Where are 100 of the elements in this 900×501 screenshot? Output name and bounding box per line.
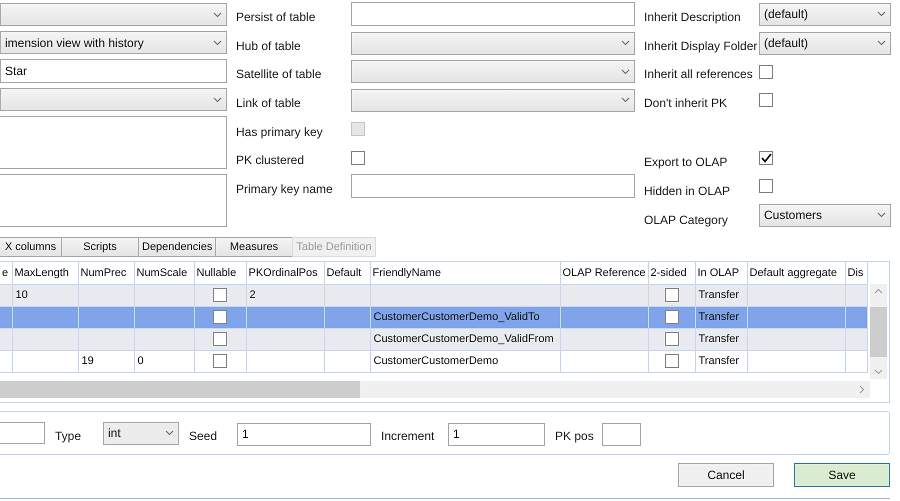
field-label: PK clustered bbox=[236, 153, 304, 168]
dropdown[interactable]: imension view with history bbox=[0, 31, 227, 54]
table-cell: 0 bbox=[138, 354, 144, 367]
field-label: Hidden in OLAP bbox=[644, 184, 730, 198]
scroll-right-icon[interactable] bbox=[859, 385, 865, 394]
checkbox[interactable] bbox=[759, 93, 773, 108]
column-header[interactable]: e bbox=[0, 262, 12, 284]
text-field[interactable] bbox=[351, 2, 635, 26]
field-label: Don't inherit PK bbox=[644, 96, 727, 110]
table-cell: Transfer bbox=[698, 354, 740, 367]
column-header[interactable]: OLAP Reference bbox=[560, 262, 648, 284]
text-field[interactable] bbox=[602, 422, 641, 446]
checkbox[interactable] bbox=[213, 332, 227, 346]
dropdown[interactable] bbox=[351, 60, 635, 84]
field-label: OLAP Category bbox=[644, 212, 728, 227]
table-cell: 10 bbox=[16, 288, 28, 301]
checkbox[interactable] bbox=[759, 179, 773, 194]
field-label: Inherit all references bbox=[644, 67, 753, 82]
text-area[interactable] bbox=[0, 174, 227, 227]
table-cell: Transfer bbox=[698, 310, 740, 323]
checkbox[interactable] bbox=[759, 150, 773, 165]
dropdown[interactable]: int bbox=[103, 422, 179, 444]
tab[interactable]: Dependencies bbox=[138, 237, 216, 257]
dropdown[interactable] bbox=[351, 88, 635, 112]
field-label: Primary key name bbox=[236, 182, 333, 196]
column-header[interactable]: MaxLength bbox=[12, 262, 78, 284]
column-header[interactable]: In OLAP bbox=[695, 262, 747, 284]
chevron-down-icon bbox=[165, 430, 174, 436]
table-cell: 19 bbox=[82, 354, 94, 367]
horizontal-scrollbar[interactable] bbox=[0, 381, 870, 398]
field-label: Type bbox=[55, 429, 82, 443]
column-header[interactable]: Dis bbox=[845, 262, 867, 284]
field-label: Inherit Description bbox=[644, 10, 741, 24]
column-header[interactable]: NumScale bbox=[134, 262, 194, 284]
checkbox[interactable] bbox=[213, 354, 227, 368]
tab[interactable]: Scripts bbox=[61, 237, 139, 257]
dropdown[interactable]: (default) bbox=[759, 32, 891, 55]
text-area[interactable] bbox=[0, 116, 227, 169]
dropdown[interactable] bbox=[0, 88, 227, 111]
tab[interactable]: X columns bbox=[0, 237, 62, 257]
field-label: Persist of table bbox=[236, 10, 316, 24]
field-label: Hub of table bbox=[236, 38, 301, 53]
chevron-down-icon bbox=[213, 12, 222, 18]
table-cell: CustomerCustomerDemo bbox=[374, 354, 498, 367]
column-header[interactable]: NumPrec bbox=[78, 262, 134, 284]
checkbox[interactable] bbox=[664, 288, 678, 302]
checkmark-icon bbox=[760, 152, 772, 163]
checkbox[interactable] bbox=[351, 150, 365, 165]
table-cell: CustomerCustomerDemo_ValidTo bbox=[374, 310, 540, 323]
column-header[interactable]: Default aggregate bbox=[747, 262, 845, 284]
text-field[interactable] bbox=[351, 174, 635, 198]
dropdown[interactable]: Customers bbox=[759, 204, 891, 227]
chevron-down-icon bbox=[621, 97, 630, 104]
checkbox[interactable] bbox=[213, 310, 227, 324]
chevron-down-icon bbox=[877, 212, 886, 218]
column-header[interactable]: 2-sided bbox=[648, 262, 695, 284]
column-header[interactable]: FriendlyName bbox=[370, 262, 560, 284]
vertical-scrollbar[interactable] bbox=[870, 284, 887, 379]
table-row[interactable]: CustomerCustomerDemo_ValidFrom Transfer bbox=[0, 328, 867, 350]
save-button[interactable]: Save bbox=[794, 463, 890, 487]
chevron-down-icon bbox=[621, 40, 630, 46]
column-header[interactable]: PKOrdinalPos bbox=[246, 262, 324, 284]
chevron-down-icon bbox=[877, 40, 886, 46]
dropdown[interactable] bbox=[0, 3, 227, 26]
checkbox[interactable] bbox=[213, 288, 227, 302]
table-row[interactable]: 10 2 Transfer bbox=[0, 284, 867, 306]
field-label: Export to OLAP bbox=[644, 155, 728, 170]
text-field[interactable] bbox=[0, 422, 45, 444]
field-label: Seed bbox=[189, 429, 218, 443]
scroll-down-icon[interactable] bbox=[874, 369, 883, 375]
field-label: Link of table bbox=[236, 96, 301, 110]
table-row[interactable]: CustomerCustomerDemo_ValidTo Transfer bbox=[0, 306, 867, 328]
dropdown[interactable]: (default) bbox=[759, 2, 891, 26]
table-cell: Transfer bbox=[698, 332, 740, 345]
column-header[interactable]: Default bbox=[324, 262, 370, 284]
text-field[interactable]: 1 bbox=[448, 422, 545, 446]
field-label: Satellite of table bbox=[236, 67, 322, 82]
cancel-button[interactable]: Cancel bbox=[678, 463, 774, 487]
field-label: PK pos bbox=[555, 429, 594, 443]
scroll-up-icon[interactable] bbox=[874, 288, 883, 294]
text-field[interactable]: Star bbox=[0, 59, 227, 83]
scroll-thumb[interactable] bbox=[0, 381, 360, 398]
checkbox[interactable] bbox=[664, 310, 678, 324]
table-row[interactable]: 19 0 CustomerCustomerDemo Transfer bbox=[0, 350, 867, 372]
chevron-down-icon bbox=[213, 96, 222, 102]
column-header[interactable]: Nullable bbox=[194, 262, 246, 284]
tab[interactable]: Measures bbox=[215, 237, 293, 257]
checkbox[interactable] bbox=[664, 332, 678, 346]
text-field[interactable]: 1 bbox=[237, 422, 371, 446]
checkbox[interactable] bbox=[664, 354, 678, 368]
table-cell: CustomerCustomerDemo_ValidFrom bbox=[374, 332, 554, 345]
chevron-down-icon bbox=[877, 11, 886, 18]
table-cell: 2 bbox=[250, 288, 256, 301]
field-label: Increment bbox=[381, 429, 434, 443]
checkbox[interactable] bbox=[759, 64, 773, 79]
dropdown[interactable] bbox=[351, 32, 635, 55]
chevron-down-icon bbox=[213, 40, 222, 46]
field-label: Inherit Display Folder bbox=[644, 38, 758, 53]
chevron-down-icon bbox=[621, 68, 630, 75]
scroll-thumb[interactable] bbox=[870, 306, 887, 356]
